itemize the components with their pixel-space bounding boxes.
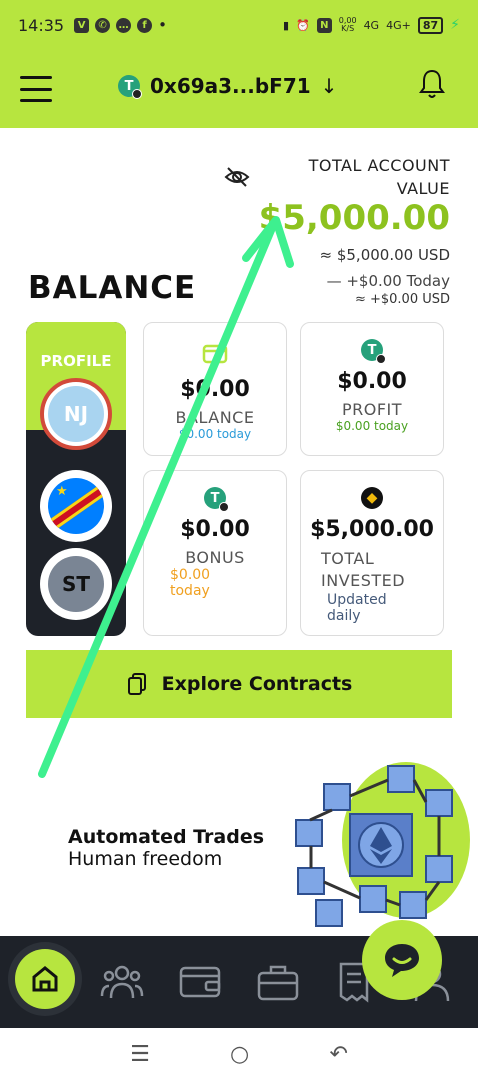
total-account-value-label: TOTAL ACCOUNT VALUE — [308, 156, 450, 198]
nav-wallet[interactable] — [168, 950, 232, 1014]
v-app-icon: V — [74, 17, 90, 33]
nfc-icon: N — [316, 17, 332, 33]
status-bar: 14:35 V ✆ … f • ▮ ⏰ N 0,00 K/S 4G 4G+ 87 … — [0, 0, 478, 50]
total-invested-card[interactable]: ◆ $5,000.00 TOTAL INVESTED Updated daily — [300, 470, 444, 636]
home-circle-icon[interactable]: ○ — [230, 1042, 249, 1067]
card-amount: $0.00 — [180, 517, 250, 542]
facebook-icon: f — [137, 17, 153, 33]
signal-4g-plus: 4G+ — [386, 18, 411, 32]
card-amount: $0.00 — [337, 369, 407, 394]
explore-contracts-button[interactable]: Explore Contracts — [26, 650, 452, 718]
flag-icon: ★ — [48, 478, 104, 534]
briefcase-icon — [257, 965, 299, 1001]
avatar-initials: ST — [48, 556, 104, 612]
tether-icon: T — [118, 75, 142, 99]
usd-equivalent: ≈ $5,000.00 USD — [319, 246, 451, 264]
system-navigation-bar: ☰ ○ ↶ — [0, 1028, 478, 1080]
app-header: T 0x69a3...bF71 ↓ — [0, 50, 478, 128]
today-change: — +$0.00 Today — [326, 272, 450, 290]
explore-label: Explore Contracts — [161, 673, 353, 695]
card-name: BALANCE — [175, 408, 255, 427]
balance-heading: BALANCE — [28, 270, 197, 306]
promo-title: Automated Trades — [68, 826, 265, 848]
more-notifications-dot-icon: • — [158, 16, 167, 34]
signal-4g: 4G — [363, 18, 380, 32]
country-flag-drc[interactable]: ★ — [40, 470, 112, 542]
card-amount: $0.00 — [180, 377, 250, 402]
recent-apps-icon[interactable]: ☰ — [130, 1042, 150, 1067]
documents-icon — [127, 673, 146, 695]
profit-card[interactable]: T $0.00 PROFIT $0.00 today — [300, 322, 444, 456]
card-sub: $0.00 today — [170, 567, 211, 599]
menu-icon[interactable] — [20, 76, 52, 102]
card-name: PROFIT — [341, 400, 403, 419]
vibrate-icon: ▮ — [282, 18, 290, 32]
alarm-icon: ⏰ — [296, 18, 310, 32]
promo-subtitle: Human freedom — [68, 848, 223, 870]
nav-team[interactable] — [90, 950, 154, 1014]
charging-icon: ⚡ — [450, 17, 460, 33]
balance-card[interactable]: $0.00 BALANCE $0.00 today — [143, 322, 287, 456]
avatar-st[interactable]: ST — [40, 548, 112, 620]
card-name: TOTAL INVESTED — [321, 549, 406, 590]
nav-home[interactable] — [8, 942, 82, 1016]
bonus-card[interactable]: T $0.00 BONUS $0.00 today — [143, 470, 287, 636]
card-amount: $5,000.00 — [310, 517, 434, 542]
speed-unit: K/S — [341, 24, 355, 33]
battery-indicator: 87 — [417, 16, 444, 34]
avatar-nj[interactable]: NJ — [40, 378, 112, 450]
tether-icon: T — [361, 339, 386, 364]
wallet-icon — [179, 966, 221, 998]
status-time: 14:35 — [18, 15, 65, 35]
whatsapp-icon: ✆ — [95, 17, 111, 33]
card-sub: $0.00 today — [335, 419, 409, 433]
arrow-down-icon: ↓ — [320, 74, 338, 98]
avatar-initials: NJ — [48, 386, 104, 442]
tether-icon: T — [204, 487, 229, 512]
wallet-address: 0x69a3...bF71 — [150, 74, 311, 98]
home-icon — [15, 949, 75, 1009]
hide-balance-eye-icon[interactable] — [224, 164, 250, 190]
live-chat-button[interactable] — [362, 920, 442, 1000]
crypto-chain-cube-illustration — [295, 762, 470, 927]
wallet-card-icon — [202, 344, 228, 364]
chat-icon — [385, 944, 419, 977]
card-sub: $0.00 today — [178, 427, 252, 441]
back-icon[interactable]: ↶ — [329, 1042, 347, 1067]
messages-icon: … — [116, 17, 132, 33]
card-name: BONUS — [185, 548, 245, 567]
profile-label: PROFILE — [40, 352, 112, 370]
wallet-selector[interactable]: T 0x69a3...bF71 ↓ — [118, 74, 338, 99]
today-change-usd: ≈ +$0.00 USD — [354, 292, 450, 307]
total-account-value: $5,000.00 — [258, 198, 450, 238]
bell-icon[interactable] — [418, 68, 446, 100]
profile-panel[interactable]: PROFILE NJ ★ ST — [26, 322, 126, 636]
nav-contracts[interactable] — [246, 950, 310, 1014]
bnb-icon: ◆ — [361, 487, 383, 509]
card-sub: Updated daily — [327, 592, 387, 624]
network-speed: 0,00 K/S — [339, 17, 357, 33]
team-icon — [100, 965, 144, 999]
